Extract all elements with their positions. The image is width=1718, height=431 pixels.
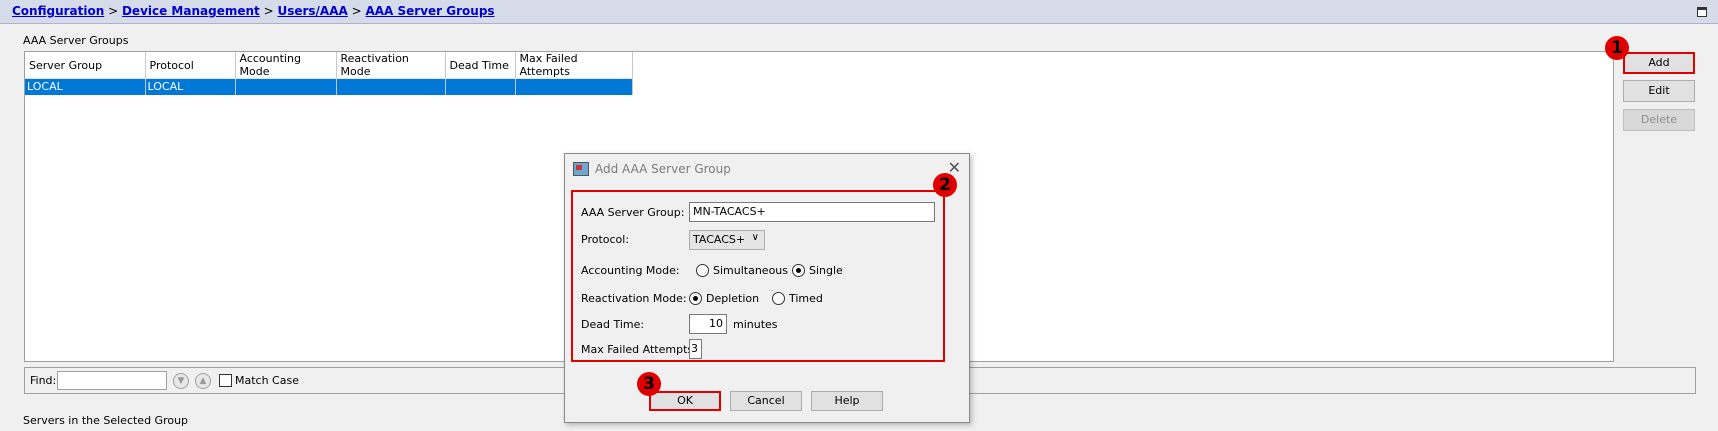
dead-time-label: Dead Time: [581,318,645,331]
breadcrumb-aaa-server-groups[interactable]: AAA Server Groups [365,4,494,18]
cell-server-group[interactable]: LOCAL [25,78,146,95]
breadcrumb-separator: > [104,4,122,18]
table-header-row: Server Group Protocol Accounting Mode Re… [25,52,633,79]
reactivation-mode-label: Reactivation Mode: [581,292,687,305]
breadcrumb-separator: > [259,4,278,18]
breadcrumb: Configuration > Device Management > User… [12,4,495,18]
column-header-accounting-mode[interactable]: Accounting Mode [235,52,337,79]
cell-protocol[interactable]: LOCAL [145,78,236,95]
ok-button[interactable]: OK [649,391,721,411]
protocol-select[interactable]: TACACS+ ∨ [689,230,765,250]
callout-badge-1: 1 [1605,36,1629,60]
table-row[interactable]: LOCAL LOCAL [25,78,633,95]
match-case-checkbox[interactable] [219,374,232,387]
column-header-max-failed-attempts[interactable]: Max Failed Attempts [515,52,633,79]
app-icon [573,162,589,176]
server-group-input[interactable]: MN-TACACS+ [689,202,935,222]
edit-button[interactable]: Edit [1623,80,1695,102]
reactivation-depletion-label: Depletion [706,292,760,305]
callout-badge-2: 2 [933,173,957,197]
find-next-icon[interactable]: ▼ [173,373,189,389]
reactivation-depletion-radio[interactable] [689,292,702,305]
server-groups-title: AAA Server Groups [23,34,129,47]
find-label: Find: [30,374,57,387]
maximize-icon[interactable] [1697,7,1707,17]
accounting-single-radio[interactable] [792,264,805,277]
breadcrumb-configuration[interactable]: Configuration [12,4,104,18]
cell-accounting-mode[interactable] [235,78,337,95]
accounting-simultaneous-label: Simultaneous [713,264,789,277]
form-highlight-box: AAA Server Group: MN-TACACS+ Protocol: T… [571,190,945,362]
find-input[interactable] [57,371,167,390]
accounting-single-label: Single [809,264,843,277]
max-failed-attempts-label: Max Failed Attempts: [581,343,697,356]
servers-section-title: Servers in the Selected Group [23,414,189,427]
match-case-label: Match Case [235,374,299,387]
breadcrumb-device-management[interactable]: Device Management [122,4,260,18]
dead-time-unit: minutes [733,318,778,331]
help-button[interactable]: Help [811,391,883,411]
delete-button: Delete [1623,109,1695,131]
reactivation-timed-label: Timed [789,292,823,305]
column-header-server-group[interactable]: Server Group [25,52,146,79]
cancel-button[interactable]: Cancel [730,391,802,411]
column-header-reactivation-mode[interactable]: Reactivation Mode [336,52,446,79]
breadcrumb-users-aaa[interactable]: Users/AAA [277,4,347,18]
max-failed-attempts-input[interactable]: 3 [689,339,702,359]
protocol-selected-value: TACACS+ [693,233,746,246]
accounting-simultaneous-radio[interactable] [696,264,709,277]
reactivation-timed-radio[interactable] [772,292,785,305]
column-header-protocol[interactable]: Protocol [145,52,236,79]
dialog-title: Add AAA Server Group [595,162,731,176]
add-button[interactable]: Add [1623,52,1695,74]
cell-dead-time[interactable] [445,78,516,95]
cell-reactivation-mode[interactable] [336,78,446,95]
protocol-label: Protocol: [581,233,630,246]
breadcrumb-separator: > [347,4,366,18]
breadcrumb-bar: Configuration > Device Management > User… [0,0,1718,24]
accounting-mode-label: Accounting Mode: [581,264,680,277]
dead-time-input[interactable]: 10 [689,314,727,334]
chevron-down-icon: ∨ [751,232,759,243]
add-aaa-server-group-dialog: Add AAA Server Group ✕ AAA Server Group:… [564,153,970,423]
find-previous-icon[interactable]: ▲ [195,373,211,389]
cell-max-failed-attempts[interactable] [515,78,633,95]
column-header-dead-time[interactable]: Dead Time [445,52,516,79]
server-group-label: AAA Server Group: [581,206,685,219]
callout-badge-3: 3 [637,372,661,396]
